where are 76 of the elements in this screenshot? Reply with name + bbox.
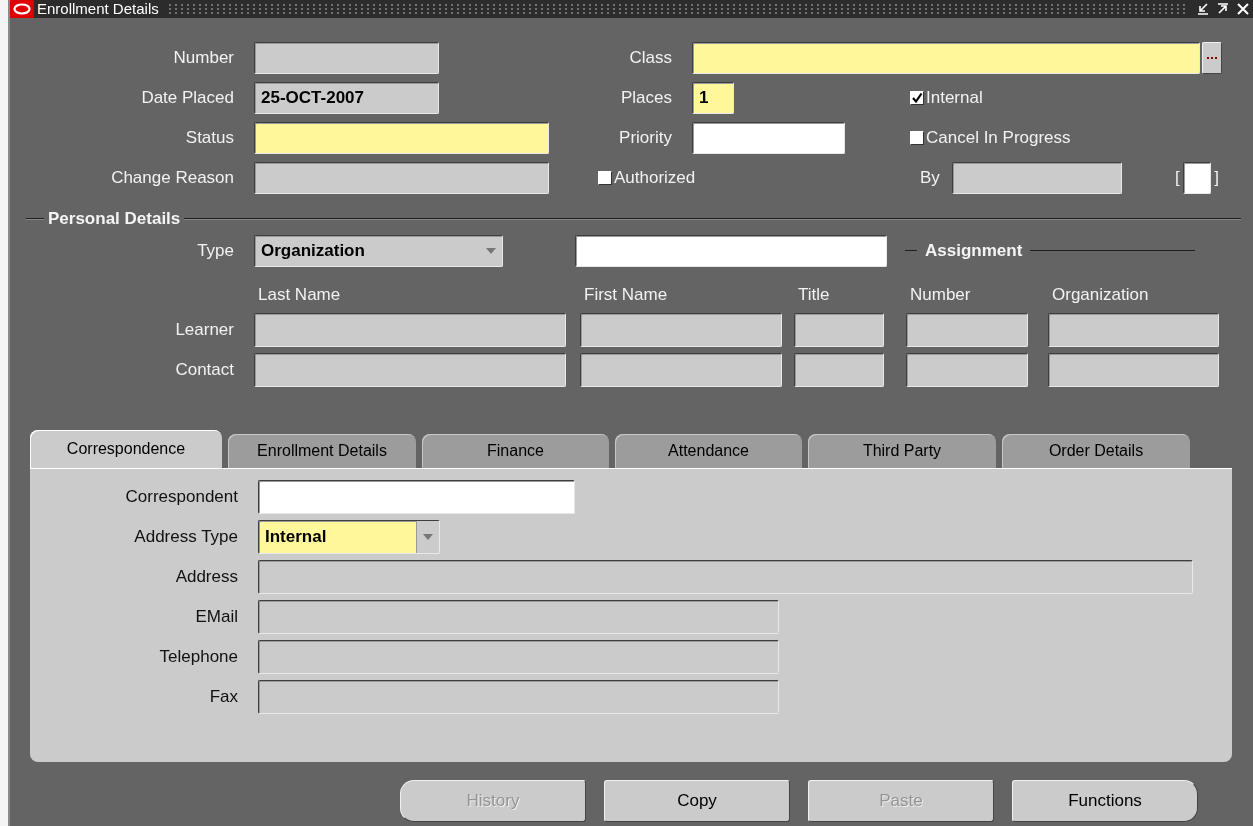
section-title: Assignment bbox=[925, 239, 1023, 262]
maximize-icon[interactable] bbox=[1216, 2, 1230, 16]
bracket-text: ] bbox=[1214, 167, 1219, 190]
field-label: By bbox=[919, 167, 941, 190]
action-button[interactable]: Functions bbox=[1012, 779, 1198, 822]
tab[interactable]: Attendance bbox=[615, 433, 802, 468]
field-label: Address bbox=[174, 565, 238, 588]
column-header: Last Name bbox=[257, 284, 342, 306]
input-field[interactable]: 1 bbox=[692, 82, 734, 114]
close-icon[interactable] bbox=[1236, 2, 1250, 16]
checkbox[interactable] bbox=[598, 171, 612, 185]
input-field[interactable] bbox=[258, 679, 779, 714]
field-label: Priority bbox=[618, 127, 672, 150]
input-field[interactable] bbox=[952, 162, 1122, 194]
column-header: Organization bbox=[1051, 284, 1150, 306]
input-field[interactable] bbox=[258, 479, 575, 514]
tab[interactable]: Enrollment Details bbox=[228, 433, 416, 468]
input-field[interactable] bbox=[692, 42, 1200, 74]
input-field[interactable] bbox=[794, 352, 884, 387]
field-label: Status bbox=[184, 127, 234, 150]
checkbox-label: Authorized bbox=[614, 167, 696, 190]
input-field[interactable] bbox=[258, 559, 1193, 594]
tab[interactable]: Correspondence bbox=[30, 429, 222, 468]
field-label: Fax bbox=[208, 685, 238, 708]
input-field[interactable] bbox=[1183, 162, 1211, 194]
row-label: Learner bbox=[174, 318, 234, 341]
input-field[interactable] bbox=[580, 352, 782, 387]
caret-icon bbox=[486, 247, 496, 254]
column-header: Number bbox=[909, 284, 972, 306]
tab[interactable]: Third Party bbox=[808, 433, 996, 468]
input-field[interactable] bbox=[254, 42, 439, 74]
action-button[interactable]: Copy bbox=[604, 779, 790, 822]
input-field[interactable] bbox=[254, 162, 549, 194]
field-label: Address Type bbox=[133, 525, 238, 548]
checkbox-label: Internal bbox=[926, 87, 983, 110]
checkbox[interactable] bbox=[910, 91, 924, 105]
field-label: Telephone bbox=[158, 645, 238, 668]
input-field[interactable] bbox=[254, 312, 566, 347]
input-field[interactable] bbox=[254, 352, 566, 387]
bracket-text: [ bbox=[1175, 167, 1180, 190]
caret-icon bbox=[423, 533, 433, 540]
minimize-icon[interactable] bbox=[1196, 2, 1210, 16]
field-label: Change Reason bbox=[110, 167, 234, 190]
input-field[interactable] bbox=[1048, 312, 1219, 347]
field-label: Places bbox=[619, 87, 672, 110]
input-field[interactable] bbox=[794, 312, 884, 347]
input-field[interactable] bbox=[692, 122, 845, 154]
column-header: First Name bbox=[583, 284, 669, 306]
field-label: Date Placed bbox=[140, 87, 234, 110]
ellipsis-icon bbox=[1207, 56, 1217, 60]
input-field[interactable] bbox=[580, 312, 782, 347]
column-header: Title bbox=[797, 284, 831, 306]
checkbox-label: Cancel In Progress bbox=[926, 127, 1071, 150]
dropdown-field[interactable]: Internal bbox=[258, 519, 440, 554]
checkbox[interactable] bbox=[910, 131, 924, 145]
tab[interactable]: Order Details bbox=[1002, 433, 1190, 468]
section-title: Personal Details bbox=[48, 208, 181, 230]
field-label: Class bbox=[628, 47, 672, 70]
field-label: EMail bbox=[194, 605, 238, 628]
window-title: Enrollment Details bbox=[37, 0, 159, 19]
field-label: Type bbox=[196, 239, 234, 262]
input-field[interactable] bbox=[575, 234, 887, 267]
input-field[interactable] bbox=[906, 352, 1028, 387]
input-field[interactable] bbox=[258, 639, 779, 674]
input-field[interactable] bbox=[254, 122, 549, 154]
field-label: Number bbox=[172, 47, 234, 70]
tab[interactable]: Finance bbox=[422, 433, 609, 468]
input-field[interactable] bbox=[906, 312, 1028, 347]
input-field[interactable] bbox=[258, 599, 779, 634]
logo-icon bbox=[10, 0, 34, 18]
row-label: Contact bbox=[174, 358, 234, 381]
dropdown-field[interactable]: Organization bbox=[254, 234, 503, 267]
input-field[interactable] bbox=[1048, 352, 1219, 387]
input-field[interactable]: 25-OCT-2007 bbox=[254, 82, 439, 114]
field-label: Correspondent bbox=[124, 485, 238, 508]
lov-button[interactable] bbox=[1202, 42, 1222, 74]
